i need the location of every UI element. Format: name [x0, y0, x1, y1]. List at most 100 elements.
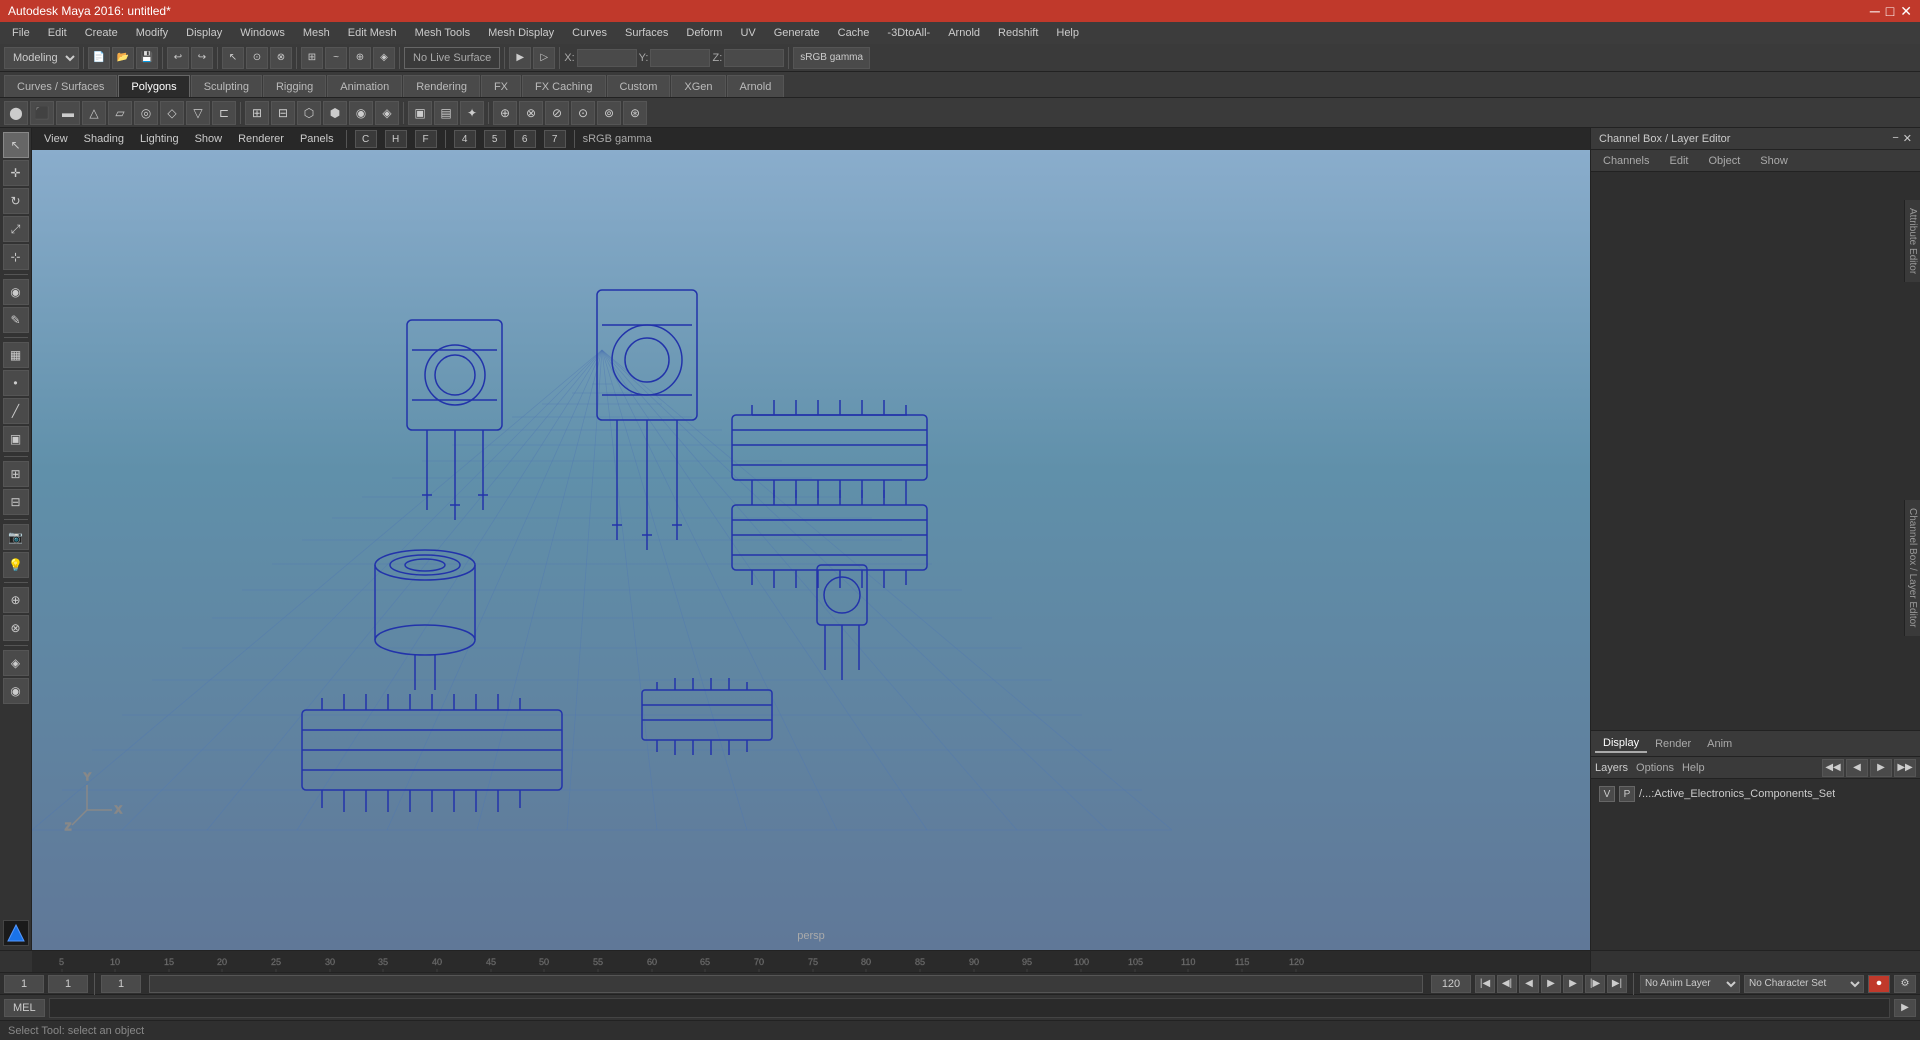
range-slider[interactable]: [149, 975, 1423, 993]
menu-file[interactable]: File: [4, 25, 38, 41]
light-btn[interactable]: 💡: [3, 552, 29, 578]
menu-redshift[interactable]: Redshift: [990, 25, 1046, 41]
pipe-icon-btn[interactable]: ⊏: [212, 101, 236, 125]
open-btn[interactable]: 📂: [112, 47, 134, 69]
select-face-btn[interactable]: ▣: [408, 101, 432, 125]
prefs-btn[interactable]: ⚙: [1894, 975, 1916, 993]
z-field[interactable]: [724, 49, 784, 67]
transport-go-start[interactable]: |◀: [1475, 975, 1495, 993]
menu-windows[interactable]: Windows: [232, 25, 293, 41]
no-live-surface-btn[interactable]: No Live Surface: [404, 47, 500, 69]
mel-input[interactable]: [49, 998, 1890, 1018]
cube-icon-btn[interactable]: ⬛: [30, 101, 54, 125]
y-field[interactable]: [650, 49, 710, 67]
transport-go-end[interactable]: ▶|: [1607, 975, 1627, 993]
snap-surface-btn[interactable]: ◈: [373, 47, 395, 69]
ipr-btn[interactable]: ▷: [533, 47, 555, 69]
snap-grid-btn[interactable]: ⊞: [301, 47, 323, 69]
tab-animation[interactable]: Animation: [327, 75, 402, 97]
edge-mode-btn[interactable]: ╱: [3, 398, 29, 424]
torus-icon-btn[interactable]: ◎: [134, 101, 158, 125]
anim-layer-select[interactable]: No Anim Layer: [1640, 975, 1740, 993]
transport-next-frame[interactable]: ▶: [1563, 975, 1583, 993]
select-tool-btn[interactable]: ↖: [3, 132, 29, 158]
menu-uv[interactable]: UV: [732, 25, 763, 41]
current-frame-input[interactable]: [48, 975, 88, 993]
layer-prev-btn[interactable]: ◀◀: [1822, 759, 1844, 777]
plane-icon-btn[interactable]: ▱: [108, 101, 132, 125]
channel-box-layer-editor-tab[interactable]: Channel Box / Layer Editor: [1904, 500, 1920, 636]
camera-btn[interactable]: 📷: [3, 524, 29, 550]
tab-sculpting[interactable]: Sculpting: [191, 75, 262, 97]
menu-surfaces[interactable]: Surfaces: [617, 25, 676, 41]
tool6-btn[interactable]: ⊛: [623, 101, 647, 125]
paint-weights-btn[interactable]: ✎: [3, 307, 29, 333]
menu-edit-mesh[interactable]: Edit Mesh: [340, 25, 405, 41]
grid-btn[interactable]: ⊟: [3, 489, 29, 515]
pyramid-icon-btn[interactable]: ▽: [186, 101, 210, 125]
tab-arnold[interactable]: Arnold: [727, 75, 785, 97]
layer-back-btn[interactable]: ◀: [1846, 759, 1868, 777]
tab-custom[interactable]: Custom: [607, 75, 671, 97]
menu-arnold[interactable]: Arnold: [940, 25, 988, 41]
menu-cache[interactable]: Cache: [830, 25, 878, 41]
layer-tab-anim[interactable]: Anim: [1699, 736, 1740, 752]
tab-rigging[interactable]: Rigging: [263, 75, 326, 97]
cb-minimize-btn[interactable]: −: [1892, 132, 1898, 145]
select-vert-btn[interactable]: ✦: [460, 101, 484, 125]
vp-home-btn[interactable]: H: [385, 130, 407, 148]
layer-subtab-help[interactable]: Help: [1682, 762, 1705, 774]
prism-icon-btn[interactable]: ◇: [160, 101, 184, 125]
menu-deform[interactable]: Deform: [678, 25, 730, 41]
move-tool-btn[interactable]: ✛: [3, 160, 29, 186]
menu-mesh[interactable]: Mesh: [295, 25, 338, 41]
separate-btn[interactable]: ⊟: [271, 101, 295, 125]
layer-visibility-btn[interactable]: V: [1599, 786, 1615, 802]
bevel-btn[interactable]: ◈: [375, 101, 399, 125]
vp-lighting-menu[interactable]: Lighting: [136, 131, 183, 147]
tab-fx[interactable]: FX: [481, 75, 521, 97]
mel-run-btn[interactable]: ▶: [1894, 999, 1916, 1017]
new-scene-btn[interactable]: 📄: [88, 47, 110, 69]
tab-curves-surfaces[interactable]: Curves / Surfaces: [4, 75, 117, 97]
fill-hole-btn[interactable]: ◉: [349, 101, 373, 125]
vp-renderer-menu[interactable]: Renderer: [234, 131, 288, 147]
gamma-btn[interactable]: sRGB gamma: [793, 47, 870, 69]
layer-fwd-btn[interactable]: ▶: [1870, 759, 1892, 777]
extrude-btn[interactable]: ⬡: [297, 101, 321, 125]
tool2-btn[interactable]: ⊗: [519, 101, 543, 125]
tab-polygons[interactable]: Polygons: [118, 75, 189, 97]
display-layer-btn[interactable]: ⊕: [3, 587, 29, 613]
sphere-icon-btn[interactable]: ⬤: [4, 101, 28, 125]
char-set-select[interactable]: No Character Set: [1744, 975, 1864, 993]
vp-view-menu[interactable]: View: [40, 131, 72, 147]
viewport[interactable]: View Shading Lighting Show Renderer Pane…: [32, 128, 1590, 950]
transport-next-key[interactable]: |▶: [1585, 975, 1605, 993]
vp-light-btn[interactable]: 7: [544, 130, 566, 148]
tool5-btn[interactable]: ⊚: [597, 101, 621, 125]
menu-generate[interactable]: Generate: [766, 25, 828, 41]
snap-point-btn[interactable]: ⊕: [349, 47, 371, 69]
mel-tab[interactable]: MEL: [4, 999, 45, 1017]
vp-show-menu[interactable]: Show: [191, 131, 227, 147]
sub-frame-input[interactable]: [101, 975, 141, 993]
close-btn[interactable]: ✕: [1900, 3, 1912, 20]
tab-rendering[interactable]: Rendering: [403, 75, 480, 97]
snap-mode-btn[interactable]: ⊞: [3, 461, 29, 487]
layer-next-btn[interactable]: ▶▶: [1894, 759, 1916, 777]
cb-tab-channels[interactable]: Channels: [1599, 153, 1653, 169]
timeline-track[interactable]: 5 10 15 20 25 30 35 40 45 50 55 60 65 70…: [32, 951, 1590, 972]
rotate-tool-btn[interactable]: ↻: [3, 188, 29, 214]
x-field[interactable]: [577, 49, 637, 67]
lasso-btn[interactable]: ⊙: [246, 47, 268, 69]
vp-fit-btn[interactable]: F: [415, 130, 437, 148]
bridge-btn[interactable]: ⬢: [323, 101, 347, 125]
undo-btn[interactable]: ↩: [167, 47, 189, 69]
mode-select[interactable]: Modeling: [4, 47, 79, 69]
transport-prev-key[interactable]: ◀|: [1497, 975, 1517, 993]
layer-subtab-options[interactable]: Options: [1636, 762, 1674, 774]
vp-cam-btn[interactable]: C: [355, 130, 377, 148]
range-start-input[interactable]: [4, 975, 44, 993]
transport-play-fwd[interactable]: ▶: [1541, 975, 1561, 993]
tool3-btn[interactable]: ⊘: [545, 101, 569, 125]
